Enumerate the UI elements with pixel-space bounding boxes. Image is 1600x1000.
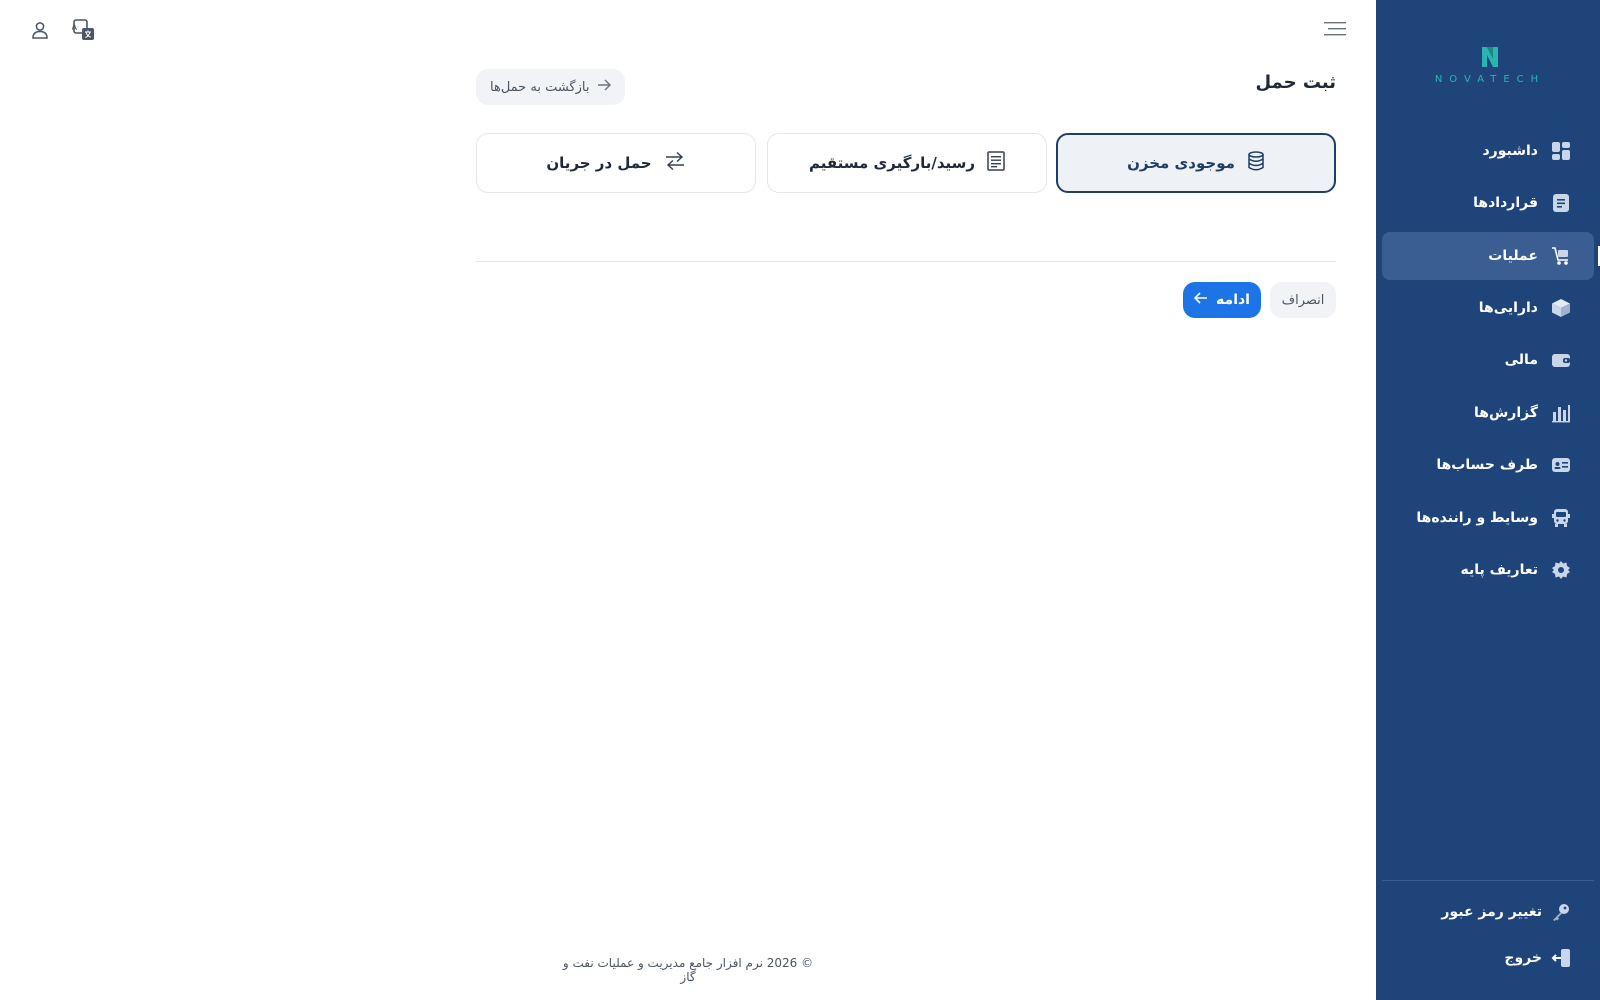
sidebar-item-label: مالی: [1504, 352, 1538, 368]
section-divider: [476, 261, 1336, 262]
receipt-icon: [987, 151, 1005, 175]
page-title: ثبت حمل: [1255, 72, 1336, 93]
logo-text: NOVATECH: [1434, 74, 1546, 85]
truck-icon: [1550, 245, 1572, 267]
back-button-label: بازگشت به حمل‌ها: [490, 79, 590, 95]
option-label: رسید/بارگیری مستقیم: [808, 154, 976, 172]
logout-button[interactable]: خروج: [1382, 940, 1594, 976]
sidebar-item-finance[interactable]: مالی: [1382, 336, 1594, 384]
menu-toggle-icon[interactable]: [1324, 20, 1346, 38]
option-direct-receipt-loading[interactable]: رسید/بارگیری مستقیم: [767, 133, 1047, 193]
arrow-left-icon: [1193, 292, 1208, 308]
sidebar-item-label: گزارش‌ها: [1474, 405, 1538, 421]
change-password-label: تغییر رمز عبور: [1441, 904, 1542, 920]
user-profile-icon[interactable]: [28, 18, 52, 42]
id-card-icon: [1550, 454, 1572, 476]
change-password-button[interactable]: تغییر رمز عبور: [1382, 894, 1594, 930]
sidebar-item-reports[interactable]: گزارش‌ها: [1382, 389, 1594, 437]
sidebar-item-assets[interactable]: دارایی‌ها: [1382, 284, 1594, 332]
database-icon: [1247, 151, 1265, 175]
svg-text:A: A: [72, 23, 78, 32]
box-icon: [1550, 297, 1572, 319]
dashboard-icon: [1550, 140, 1572, 162]
sidebar-item-label: طرف حساب‌ها: [1436, 457, 1538, 473]
sidebar-item-operations[interactable]: عملیات: [1382, 232, 1600, 280]
sidebar-item-label: تعاریف پایه: [1460, 562, 1538, 578]
logo[interactable]: NOVATECH: [1430, 44, 1550, 94]
sidebar-item-label: وسایط و راننده‌ها: [1416, 510, 1538, 526]
transfer-icon: [664, 151, 686, 175]
bar-chart-icon: [1550, 402, 1572, 424]
bus-icon: [1550, 507, 1572, 529]
sidebar-item-base-definitions[interactable]: تعاریف پایه: [1382, 546, 1594, 594]
option-label: حمل در جریان: [546, 154, 652, 172]
continue-button[interactable]: ادامه: [1183, 282, 1261, 318]
arrow-right-icon: [597, 79, 612, 95]
cancel-button[interactable]: انصراف: [1270, 282, 1336, 318]
logo-mark-icon: [1478, 44, 1502, 70]
sidebar-item-dashboard[interactable]: داشبورد: [1382, 127, 1594, 175]
sidebar: NOVATECH داشبورد قراردادها عملیات دارایی…: [1376, 0, 1600, 1000]
sidebar-item-label: داشبورد: [1482, 143, 1539, 159]
sidebar-divider: [1382, 880, 1594, 881]
translate-icon[interactable]: A: [72, 18, 96, 42]
sidebar-item-accounts[interactable]: طرف حساب‌ها: [1382, 441, 1594, 489]
key-icon: [1550, 901, 1572, 923]
option-tank-inventory[interactable]: موجودی مخزن: [1056, 133, 1336, 193]
logout-label: خروج: [1504, 950, 1542, 966]
sidebar-item-label: قراردادها: [1473, 195, 1538, 211]
sidebar-item-label: دارایی‌ها: [1478, 300, 1538, 316]
back-to-shipments-button[interactable]: بازگشت به حمل‌ها: [476, 69, 626, 105]
sidebar-item-vehicles-drivers[interactable]: وسایط و راننده‌ها: [1382, 494, 1594, 542]
footer-copyright: © 2026 نرم افزار جامع مدیریت و عملیات نف…: [562, 956, 814, 984]
sidebar-item-contracts[interactable]: قراردادها: [1382, 179, 1594, 227]
document-icon: [1550, 192, 1572, 214]
gear-icon: [1550, 559, 1572, 581]
logout-icon: [1550, 947, 1572, 969]
sidebar-item-label: عملیات: [1488, 248, 1538, 264]
continue-button-label: ادامه: [1216, 292, 1250, 308]
option-in-transit[interactable]: حمل در جریان: [476, 133, 756, 193]
wallet-icon: [1550, 349, 1572, 371]
option-label: موجودی مخزن: [1127, 154, 1235, 172]
